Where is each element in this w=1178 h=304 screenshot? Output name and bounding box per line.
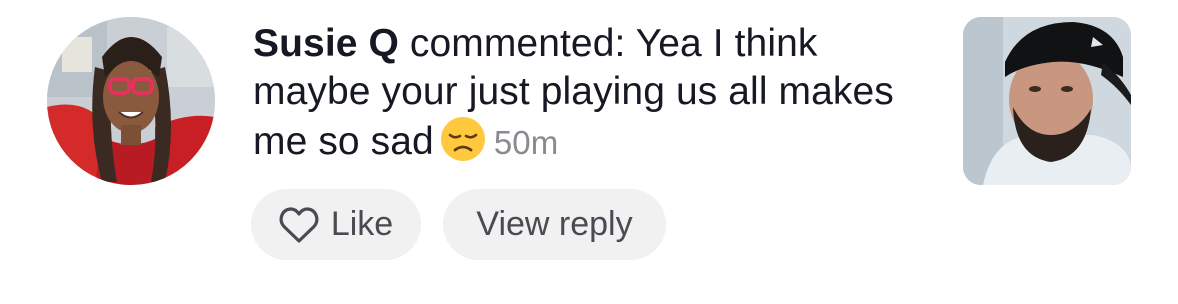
thumbnail-image [963, 17, 1131, 185]
video-thumbnail[interactable] [963, 17, 1131, 185]
comment-action-text: commented: [398, 22, 636, 65]
comment-timestamp: 50m [493, 124, 559, 161]
heart-outline-icon [279, 206, 319, 243]
commenter-avatar[interactable] [47, 17, 215, 185]
comment-text-block: Susie Q commented: Yea I think maybe you… [253, 20, 913, 167]
view-reply-label: View reply [476, 205, 633, 243]
comment-notification-row[interactable]: Susie Q commented: Yea I think maybe you… [0, 0, 1178, 304]
view-reply-button[interactable]: View reply [443, 189, 666, 260]
like-button[interactable]: Like [251, 189, 421, 260]
avatar-image [47, 17, 215, 185]
like-button-label: Like [330, 205, 394, 243]
disappointed-face-icon [440, 117, 485, 161]
commenter-username[interactable]: Susie Q [253, 22, 399, 65]
